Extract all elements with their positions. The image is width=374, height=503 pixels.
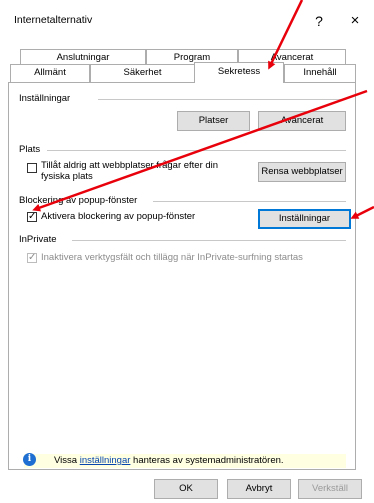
settings-heading: Inställningar (19, 93, 71, 104)
popup-checkbox[interactable]: ✓ (27, 212, 37, 222)
location-heading: Plats (19, 144, 41, 155)
clear-sites-button[interactable]: Rensa webbplatser (258, 162, 346, 182)
inprivate-checkbox-label: Inaktivera verktygsfält och tillägg när … (41, 252, 303, 263)
divider (47, 150, 346, 151)
inprivate-heading: InPrivate (19, 234, 57, 245)
tab-panel-sekretess (8, 82, 356, 470)
apply-button[interactable]: Verkställ (298, 479, 362, 499)
tab-sakerhet[interactable]: Säkerhet (90, 64, 195, 82)
location-checkbox[interactable] (27, 163, 37, 173)
tab-anslutningar[interactable]: Anslutningar (20, 49, 146, 64)
tab-allmant[interactable]: Allmänt (10, 64, 90, 82)
popup-settings-button[interactable]: Inställningar (258, 209, 351, 229)
tab-sekretess[interactable]: Sekretess (194, 62, 284, 83)
window-title: Internetalternativ (14, 14, 93, 26)
location-checkbox-label-2: fysiska plats (41, 171, 93, 182)
cancel-button[interactable]: Avbryt (227, 479, 291, 499)
checkmark-icon: ✓ (28, 252, 37, 263)
title-bar: Internetalternativ ? × (0, 0, 374, 42)
popup-heading: Blockering av popup-fönster (19, 195, 138, 206)
ok-button[interactable]: OK (154, 479, 218, 499)
info-bar: i Vissa inställningar hanteras av system… (23, 453, 346, 468)
inprivate-checkbox[interactable]: ✓ (27, 253, 37, 263)
location-checkbox-label-1: Tillåt aldrig att webbplatser frågar eft… (41, 160, 219, 171)
info-text: Vissa inställningar hanteras av systemad… (54, 455, 284, 466)
advanced-button[interactable]: Avancerat (258, 111, 346, 131)
tab-innehall[interactable]: Innehåll (284, 64, 356, 82)
divider (72, 240, 346, 241)
divider (153, 201, 346, 202)
help-button[interactable]: ? (305, 10, 333, 32)
popup-checkbox-label: Aktivera blockering av popup-fönster (41, 211, 196, 222)
sites-button[interactable]: Platser (177, 111, 250, 131)
close-button[interactable]: × (341, 10, 369, 32)
arrow-to-popup-settings (350, 205, 374, 219)
divider (98, 99, 346, 100)
settings-link[interactable]: inställningar (80, 455, 131, 466)
checkmark-icon: ✓ (28, 211, 37, 222)
info-icon: i (23, 453, 36, 466)
